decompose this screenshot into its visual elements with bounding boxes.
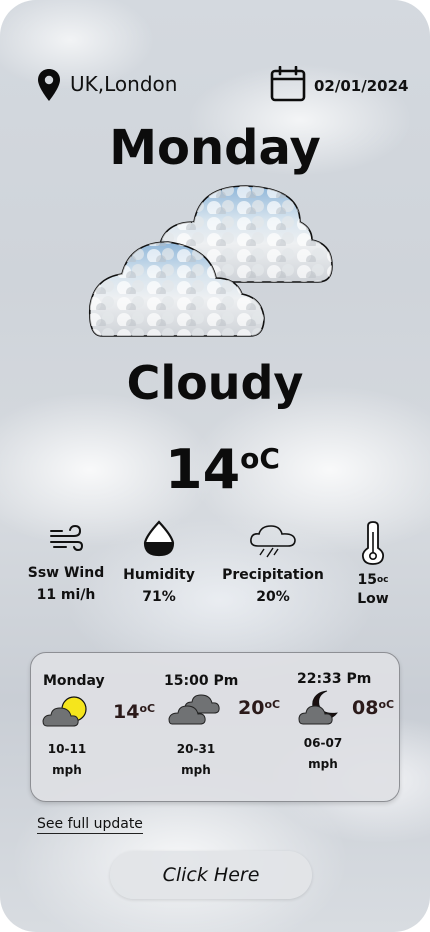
stat-low-temp-unit: oc bbox=[376, 575, 389, 585]
wind-icon bbox=[50, 524, 84, 552]
thermometer-icon bbox=[361, 521, 385, 565]
stat-value: 11 mi/h bbox=[36, 587, 96, 603]
forecast-wind-range: 10-11 bbox=[47, 742, 87, 756]
click-here-button[interactable]: Click Here bbox=[110, 851, 312, 899]
rain-cloud-icon bbox=[250, 525, 296, 558]
stat-wind: Ssw Wind 11 mi/h bbox=[18, 522, 114, 606]
stat-precipitation: Precipitation 20% bbox=[218, 524, 328, 608]
cloudy-night-icon bbox=[298, 690, 338, 725]
condition-label: Cloudy bbox=[126, 356, 304, 410]
stat-label: Ssw Wind bbox=[27, 565, 105, 581]
forecast-temp-value: 14 bbox=[113, 701, 140, 723]
stat-low: 15oc Low bbox=[340, 520, 406, 610]
forecast-wind-range: 06-07 bbox=[303, 736, 343, 750]
stat-humidity: Humidity 71% bbox=[112, 520, 206, 608]
forecast-temp-value: 08 bbox=[352, 697, 379, 719]
forecast-wind-range: 20-31 bbox=[176, 742, 216, 756]
forecast-card[interactable]: Monday 14oC 10-11 mph 15:00 Pm 20oC 20-31… bbox=[30, 652, 400, 802]
location-label[interactable]: UK,London bbox=[70, 72, 177, 96]
forecast-wind: 10-11 mph bbox=[43, 739, 91, 781]
date-label[interactable]: 02/01/2024 bbox=[314, 77, 408, 95]
forecast-time: 15:00 Pm bbox=[164, 673, 239, 689]
forecast-wind-unit: mph bbox=[308, 757, 338, 771]
forecast-temp: 20oC bbox=[238, 697, 280, 719]
stat-low-temp: 15oc bbox=[340, 572, 406, 588]
temp-value: 14 bbox=[165, 438, 241, 501]
current-temperature: 14oC bbox=[165, 438, 280, 501]
forecast-temp: 14oC bbox=[113, 701, 155, 723]
forecast-temp-unit: oC bbox=[378, 698, 395, 711]
cloudy-icon bbox=[168, 694, 220, 725]
forecast-time: Monday bbox=[43, 673, 105, 689]
stat-label: Humidity bbox=[123, 567, 195, 583]
stat-label: Precipitation bbox=[222, 567, 324, 583]
day-title: Monday bbox=[109, 120, 321, 176]
stat-label: Low bbox=[357, 591, 389, 607]
forecast-time: 22:33 Pm bbox=[297, 671, 372, 687]
forecast-wind-unit: mph bbox=[181, 763, 211, 777]
forecast-wind: 06-07 mph bbox=[299, 733, 347, 775]
humidity-drop-icon bbox=[143, 520, 175, 557]
forecast-wind: 20-31 mph bbox=[172, 739, 220, 781]
forecast-temp-unit: oC bbox=[139, 702, 156, 715]
stat-low-temp-value: 15 bbox=[357, 572, 377, 588]
stat-value: 71% bbox=[142, 589, 176, 605]
calendar-icon[interactable] bbox=[270, 66, 306, 102]
forecast-temp: 08oC bbox=[352, 697, 394, 719]
map-pin-icon[interactable] bbox=[37, 68, 61, 102]
forecast-temp-unit: oC bbox=[264, 698, 281, 711]
temp-unit: oC bbox=[240, 442, 280, 475]
forecast-wind-unit: mph bbox=[52, 763, 82, 777]
see-full-update-link[interactable]: See full update bbox=[37, 816, 143, 834]
cloud-icon bbox=[88, 185, 333, 337]
stat-value: 20% bbox=[256, 589, 290, 605]
weather-screen: UK,London 02/01/2024 Monday Cloudy 14oC … bbox=[0, 0, 430, 932]
partly-sunny-icon bbox=[42, 696, 87, 727]
forecast-temp-value: 20 bbox=[238, 697, 265, 719]
